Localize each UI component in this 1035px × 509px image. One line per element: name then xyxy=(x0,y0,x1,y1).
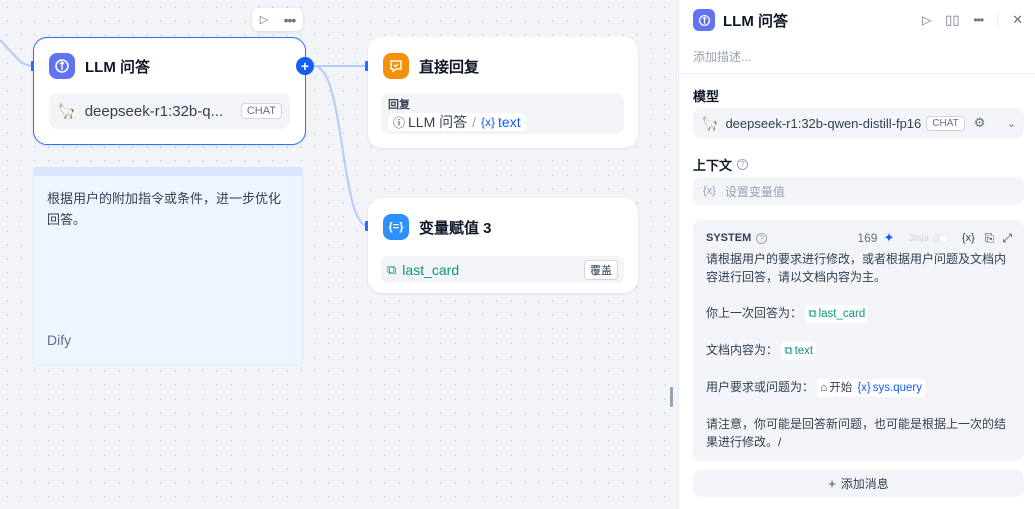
assign-node-mode: 覆盖 xyxy=(584,259,618,280)
home-icon: ⌂ xyxy=(820,382,828,394)
help-icon[interactable]: ? xyxy=(737,159,749,170)
panel-resize-handle[interactable] xyxy=(670,387,673,407)
ai-generate-icon[interactable]: ✦ xyxy=(883,230,894,246)
prompt-line-3-text: 文档内容为： xyxy=(706,343,779,357)
close-icon[interactable]: ✕ xyxy=(1012,12,1023,28)
llm-node-icon xyxy=(49,53,75,79)
workflow-canvas[interactable]: ▷ ••• LLM 问答 🦙 deepseek-r1:32b-q... CHAT… xyxy=(0,0,678,509)
variable-icon: {x} xyxy=(857,382,871,394)
system-prompt-body[interactable]: 请根据用户的要求进行修改，或者根据用户问题及文档内容进行回答，请以文档内容为主。… xyxy=(706,250,1014,451)
prompt-line-2-text: 你上一次回答为： xyxy=(706,306,803,320)
copy-icon[interactable]: ⎘ xyxy=(985,231,995,246)
add-next-node-button[interactable]: + xyxy=(296,57,314,75)
reply-ref-node: LLM 问答 xyxy=(408,114,468,130)
prompt-line-5: 请注意，你可能是回答新问题，也可能是根据上一次的结果进行修改。/ xyxy=(706,417,1007,449)
assign-node-var: last_card xyxy=(402,261,460,278)
system-prompt-editor[interactable]: SYSTEM ? 169 ✦ Jinja {x} ⎘ ⤢ 请根据用户的要求进行修… xyxy=(693,220,1024,461)
prompt-line-2: 你上一次回答为： ⧉ last_card xyxy=(706,304,1014,323)
reply-node-icon xyxy=(383,53,409,79)
prompt-var-sys-query-label: sys.query xyxy=(872,382,922,394)
plus-icon: + xyxy=(828,476,836,491)
prompt-line-3: 文档内容为： ⧉ text xyxy=(706,341,1014,360)
jinja-label: Jinja xyxy=(908,232,929,244)
reply-node-field: 回复 ⓘ LLM 问答 / {x} text xyxy=(381,93,624,134)
add-message-label: 添加消息 xyxy=(840,477,889,491)
model-selector[interactable]: 🦙 deepseek-r1:32b-qwen-distill-fp16 CHAT… xyxy=(693,108,1024,138)
panel-llm-icon xyxy=(693,9,715,31)
node-toolbar: ▷ ••• xyxy=(252,8,303,31)
prompt-var-text: ⧉ text xyxy=(781,342,817,360)
model-settings-icon[interactable]: ⚙ xyxy=(974,115,986,131)
llm-node-model-badge: CHAT xyxy=(240,103,282,119)
assign-node-title: 变量赋值 3 xyxy=(419,219,492,237)
variable-icon: {x} xyxy=(481,115,496,129)
edge-llm-to-assign xyxy=(313,65,369,227)
jinja-toggle[interactable] xyxy=(931,233,948,243)
run-icon[interactable]: ▷ xyxy=(922,13,931,27)
model-badge: CHAT xyxy=(926,115,965,131)
prompt-var-text-label: text xyxy=(794,345,814,357)
reply-node-field-label: 回复 xyxy=(388,99,410,111)
insert-variable-icon[interactable]: {x} xyxy=(962,232,975,244)
note-author: Dify xyxy=(47,332,72,348)
system-label: SYSTEM xyxy=(706,232,752,244)
model-label: 模型 xyxy=(693,89,720,104)
llm-ref-icon: ⓘ xyxy=(393,115,406,130)
run-node-icon[interactable]: ▷ xyxy=(260,13,268,26)
prompt-var-last-card-label: last_card xyxy=(818,308,866,320)
llm-node[interactable]: LLM 问答 🦙 deepseek-r1:32b-q... CHAT xyxy=(33,37,306,145)
system-prompt-header: SYSTEM ? 169 ✦ Jinja {x} ⎘ ⤢ xyxy=(706,230,1012,246)
docs-icon[interactable]: ▯▯ xyxy=(945,12,959,28)
context-placeholder: 设置变量值 xyxy=(724,184,785,199)
conversation-var-icon: ⧉ xyxy=(808,308,817,320)
header-divider xyxy=(679,73,1035,74)
node-config-panel: LLM 问答 ▷ ▯▯ ••• ✕ 添加描述... 模型 🦙 deepseek-… xyxy=(678,0,1035,509)
prompt-line-1: 请根据用户的要求进行修改，或者根据用户问题及文档内容进行回答，请以文档内容为主。 xyxy=(706,252,1007,284)
model-name: deepseek-r1:32b-qwen-distill-fp16 xyxy=(725,115,922,131)
llm-node-title: LLM 问答 xyxy=(85,58,150,76)
prompt-line-4: 用户要求或问题为： ⌂ 开始 {x} sys.query xyxy=(706,378,1014,397)
prompt-line-4-text: 用户要求或问题为： xyxy=(706,380,815,394)
llm-node-model-name: deepseek-r1:32b-q... xyxy=(84,102,224,120)
assign-node-row: ⧉ last_card 覆盖 xyxy=(381,256,624,283)
prompt-var-node: 开始 xyxy=(829,382,853,394)
more-icon[interactable]: ••• xyxy=(973,13,984,27)
context-label-row: 上下文 ? xyxy=(693,155,749,174)
edge-incoming xyxy=(0,39,35,67)
conversation-var-icon: ⧉ xyxy=(387,261,397,277)
llm-node-model[interactable]: 🦙 deepseek-r1:32b-q... CHAT xyxy=(49,93,290,129)
divider xyxy=(997,13,999,27)
ollama-icon: 🦙 xyxy=(57,103,76,120)
context-label: 上下文 xyxy=(693,158,733,173)
chevron-down-icon[interactable]: ⌄ xyxy=(1007,117,1016,130)
more-icon[interactable]: ••• xyxy=(284,12,297,28)
reply-ref-sep: / xyxy=(472,114,477,130)
expand-icon[interactable]: ⤢ xyxy=(1002,231,1012,246)
description-input[interactable]: 添加描述... xyxy=(693,48,751,65)
context-input[interactable]: {x} 设置变量值 xyxy=(693,177,1024,205)
ollama-icon: 🦙 xyxy=(701,114,719,131)
help-icon[interactable]: ? xyxy=(756,232,768,244)
note-text: 根据用户的附加指令或条件，进一步优化回答。 xyxy=(47,191,282,227)
token-count: 169 xyxy=(857,231,878,245)
prompt-var-last-card: ⧉ last_card xyxy=(805,305,869,323)
reply-node-title: 直接回复 xyxy=(419,58,480,76)
add-message-button[interactable]: + 添加消息 xyxy=(693,470,1024,497)
reply-ref-var: text xyxy=(498,114,521,130)
conversation-var-icon: ⧉ xyxy=(784,345,793,357)
reply-node-var-ref: ⓘ LLM 问答 / {x} text xyxy=(388,113,526,131)
sticky-note[interactable]: 根据用户的附加指令或条件，进一步优化回答。 Dify xyxy=(33,167,303,365)
reply-node[interactable]: 直接回复 回复 ⓘ LLM 问答 / {x} text xyxy=(368,37,638,148)
assign-node-icon: {=} xyxy=(383,214,409,240)
panel-title[interactable]: LLM 问答 xyxy=(723,10,788,31)
prompt-var-sys-query: ⌂ 开始 {x} sys.query xyxy=(817,379,925,397)
panel-header: LLM 问答 ▷ ▯▯ ••• ✕ xyxy=(693,8,1023,32)
variable-icon: {x} xyxy=(703,185,716,197)
assign-node[interactable]: {=} 变量赋值 3 ⧉ last_card 覆盖 xyxy=(368,198,638,293)
